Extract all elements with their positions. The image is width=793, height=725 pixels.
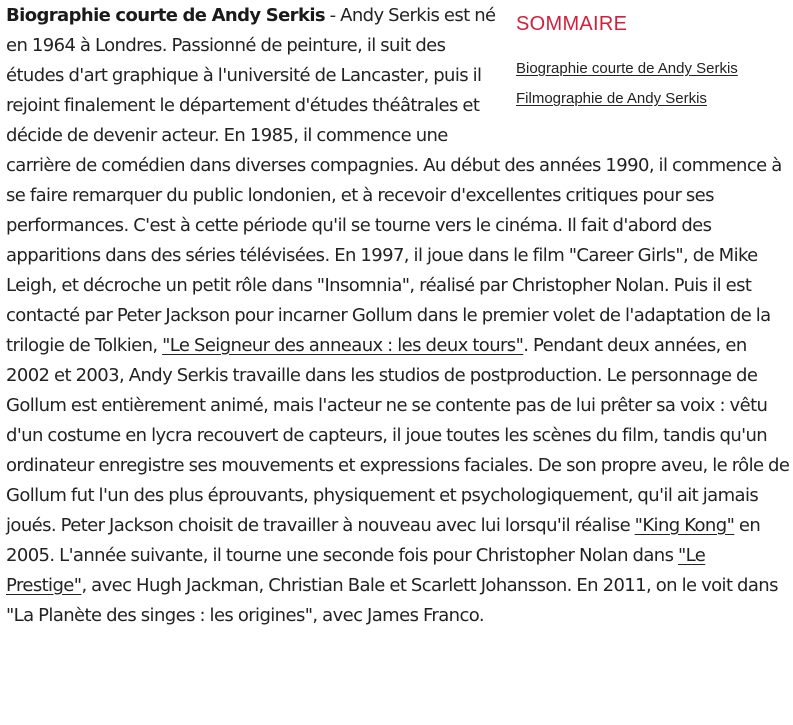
toc-title: SOMMAIRE <box>516 13 628 35</box>
paragraph-text: , avec Hugh Jackman, Christian Bale et S… <box>6 575 778 626</box>
paragraph-text: . Pendant deux années, en 2002 et 2003, … <box>6 335 790 536</box>
toc-item: Biographie courte de Andy Serkis <box>516 54 793 84</box>
heading-separator: - <box>325 5 341 26</box>
film-link-king-kong[interactable]: "King Kong" <box>635 515 735 536</box>
toc-list: Biographie courte de Andy Serkis Filmogr… <box>516 54 793 114</box>
table-of-contents: SOMMAIRE Biographie courte de Andy Serki… <box>516 1 793 114</box>
section-heading: Biographie courte de Andy Serkis <box>6 5 326 26</box>
toc-link-filmographie[interactable]: Filmographie de Andy Serkis <box>516 90 707 107</box>
toc-item: Filmographie de Andy Serkis <box>516 84 793 114</box>
film-link-seigneur-des-anneaux[interactable]: "Le Seigneur des anneaux : les deux tour… <box>162 335 524 356</box>
article-body: SOMMAIRE Biographie courte de Andy Serki… <box>6 0 790 631</box>
toc-link-biographie[interactable]: Biographie courte de Andy Serkis <box>516 60 738 77</box>
